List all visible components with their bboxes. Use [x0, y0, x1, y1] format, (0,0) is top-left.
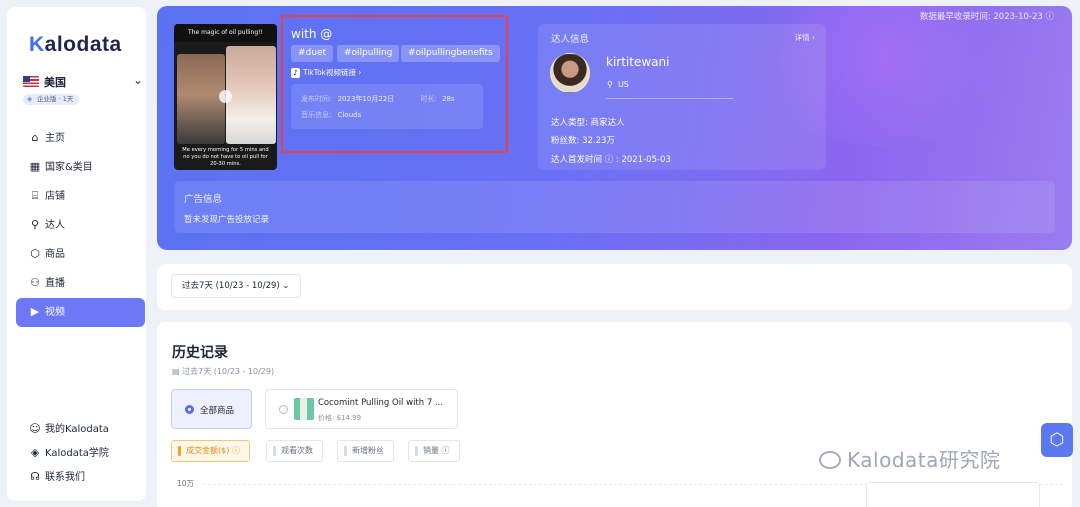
- thumbnail-caption-top: The magic of oil pulling!!: [174, 24, 277, 42]
- product-name: Cocomint Pulling Oil with 7 ...: [318, 398, 444, 408]
- region-name: 美国: [44, 76, 66, 89]
- headset-icon: ☊: [30, 470, 40, 483]
- sidebar-item-label: 直播: [45, 278, 65, 289]
- creator-first-post: 达人首发时间 ⓘ : 2021-05-03: [551, 155, 671, 165]
- product-price: 价格: $14.99: [318, 414, 362, 422]
- wechat-icon: [819, 451, 841, 469]
- radio-unselected[interactable]: [279, 405, 288, 414]
- video-overview-panel: 数据最早收录时间: 2023-10-23 ⓘ The magic of oil …: [157, 6, 1072, 250]
- chevron-down-icon: ⌄: [132, 73, 143, 87]
- y-axis-tick: 10万: [177, 479, 195, 488]
- shop-icon: ⌸: [31, 189, 39, 202]
- history-title: 历史记录: [172, 345, 228, 361]
- sidebar-item-video[interactable]: ▶ 视频: [16, 298, 145, 327]
- product-option[interactable]: Cocomint Pulling Oil with 7 ... 价格: $14.…: [265, 389, 458, 429]
- metric-gmv[interactable]: 成交金额($) ⓘ: [171, 440, 250, 462]
- product-thumbnail: [294, 398, 314, 420]
- video-icon: ▶: [30, 305, 40, 318]
- calendar-icon: ▤: [172, 367, 180, 376]
- home-icon: ⌂: [31, 131, 39, 144]
- creator-detail-link[interactable]: 详情 ›: [795, 32, 815, 43]
- sidebar-item-label: 主页: [45, 133, 65, 144]
- metric-views[interactable]: 观看次数: [266, 440, 323, 462]
- category-icon: ▦: [29, 160, 41, 173]
- creator-name[interactable]: kirtitewani: [606, 55, 669, 69]
- all-products-label: 全部商品: [200, 406, 235, 416]
- thumbnail-person-right: [226, 46, 276, 144]
- kalodata-logo[interactable]: Kalodata: [29, 33, 122, 57]
- academy-icon: ◈: [30, 446, 40, 459]
- history-panel: 历史记录 ▤ 过去7天 (10/23 - 10/29) 全部商品 Cocomin…: [157, 322, 1072, 507]
- us-flag-icon: [23, 76, 39, 87]
- sidebar-item-label: 国家&类目: [45, 162, 93, 173]
- avatar[interactable]: [550, 53, 590, 93]
- metric-new-followers[interactable]: 新增粉丝: [337, 440, 394, 462]
- sidebar-item-products[interactable]: ⬡ 商品: [16, 240, 145, 269]
- creator-type: 达人类型: 商家达人: [551, 118, 625, 128]
- sidebar-item-live[interactable]: ⚇ 直播: [16, 269, 145, 298]
- radio-selected[interactable]: [185, 405, 194, 414]
- sidebar-item-label: 我的Kalodata: [45, 424, 109, 435]
- sidebar-item-label: 商品: [45, 249, 65, 260]
- play-icon[interactable]: [219, 90, 232, 103]
- date-filter-bar: 过去7天 (10/23 - 10/29) ⌄: [157, 264, 1072, 310]
- ad-info-title: 广告信息: [184, 194, 223, 205]
- sidebar-item-label: 店铺: [45, 191, 65, 202]
- video-thumbnail[interactable]: The magic of oil pulling!! Me every morn…: [174, 24, 277, 170]
- location-pin-icon: ⚲: [607, 80, 613, 89]
- thumbnail-person-left: [177, 54, 225, 144]
- live-icon: ⚇: [30, 276, 40, 289]
- sidebar-item-creators[interactable]: ⚲ 达人: [16, 211, 145, 240]
- sidebar-item-label: 视频: [45, 307, 65, 318]
- thumbnail-caption-bottom: Me every morning for 5 mins and no you d…: [182, 147, 269, 167]
- sidebar-item-label: 联系我们: [45, 472, 85, 483]
- cube-float-button[interactable]: ⬡: [1041, 423, 1073, 457]
- history-subtitle: ▤ 过去7天 (10/23 - 10/29): [172, 367, 275, 376]
- chevron-down-icon: ⌄: [282, 281, 290, 291]
- user-icon: ☺: [29, 422, 41, 435]
- creator-divider: [606, 98, 733, 99]
- sidebar-item-shops[interactable]: ⌸ 店铺: [16, 182, 145, 211]
- creator-followers: 粉丝数: 32.23万: [551, 136, 615, 146]
- sidebar-item-country-category[interactable]: ▦ 国家&类目: [16, 153, 145, 182]
- creator-section-title: 达人信息: [551, 34, 590, 45]
- sidebar-item-contact[interactable]: ☊ 联系我们: [16, 463, 145, 492]
- region-selector[interactable]: 美国 ⌄: [23, 73, 145, 93]
- plan-badge: 企业版 · 1天: [23, 94, 80, 105]
- highlight-annotation-box: [281, 15, 508, 153]
- metric-sales[interactable]: 销量 ⓘ: [408, 440, 460, 462]
- record-time-note: 数据最早收录时间: 2023-10-23 ⓘ: [919, 12, 1054, 22]
- creator-info-card: 达人信息 详情 › kirtitewani ⚲ US 达人类型: 商家达人 粉丝…: [538, 24, 826, 170]
- sidebar-item-home[interactable]: ⌂ 主页: [16, 124, 145, 153]
- sidebar-item-label: Kalodata学院: [45, 448, 109, 459]
- ad-info-empty: 暂未发现广告投放记录: [184, 215, 270, 225]
- watermark: Kalodata研究院: [819, 444, 1000, 473]
- sidebar: Kalodata 美国 ⌄ 企业版 · 1天 ⌂ 主页 ▦ 国家&类目 ⌸ 店铺…: [7, 7, 146, 501]
- chart-tooltip: [866, 482, 1040, 507]
- all-products-option[interactable]: 全部商品: [171, 389, 252, 429]
- date-range-select[interactable]: 过去7天 (10/23 - 10/29) ⌄: [171, 274, 301, 298]
- product-icon: ⬡: [30, 247, 40, 260]
- ad-info-panel: 广告信息 暂未发现广告投放记录: [174, 181, 1055, 233]
- sidebar-item-label: 达人: [45, 220, 65, 231]
- creator-location: ⚲ US: [607, 80, 629, 89]
- creator-icon: ⚲: [30, 218, 40, 231]
